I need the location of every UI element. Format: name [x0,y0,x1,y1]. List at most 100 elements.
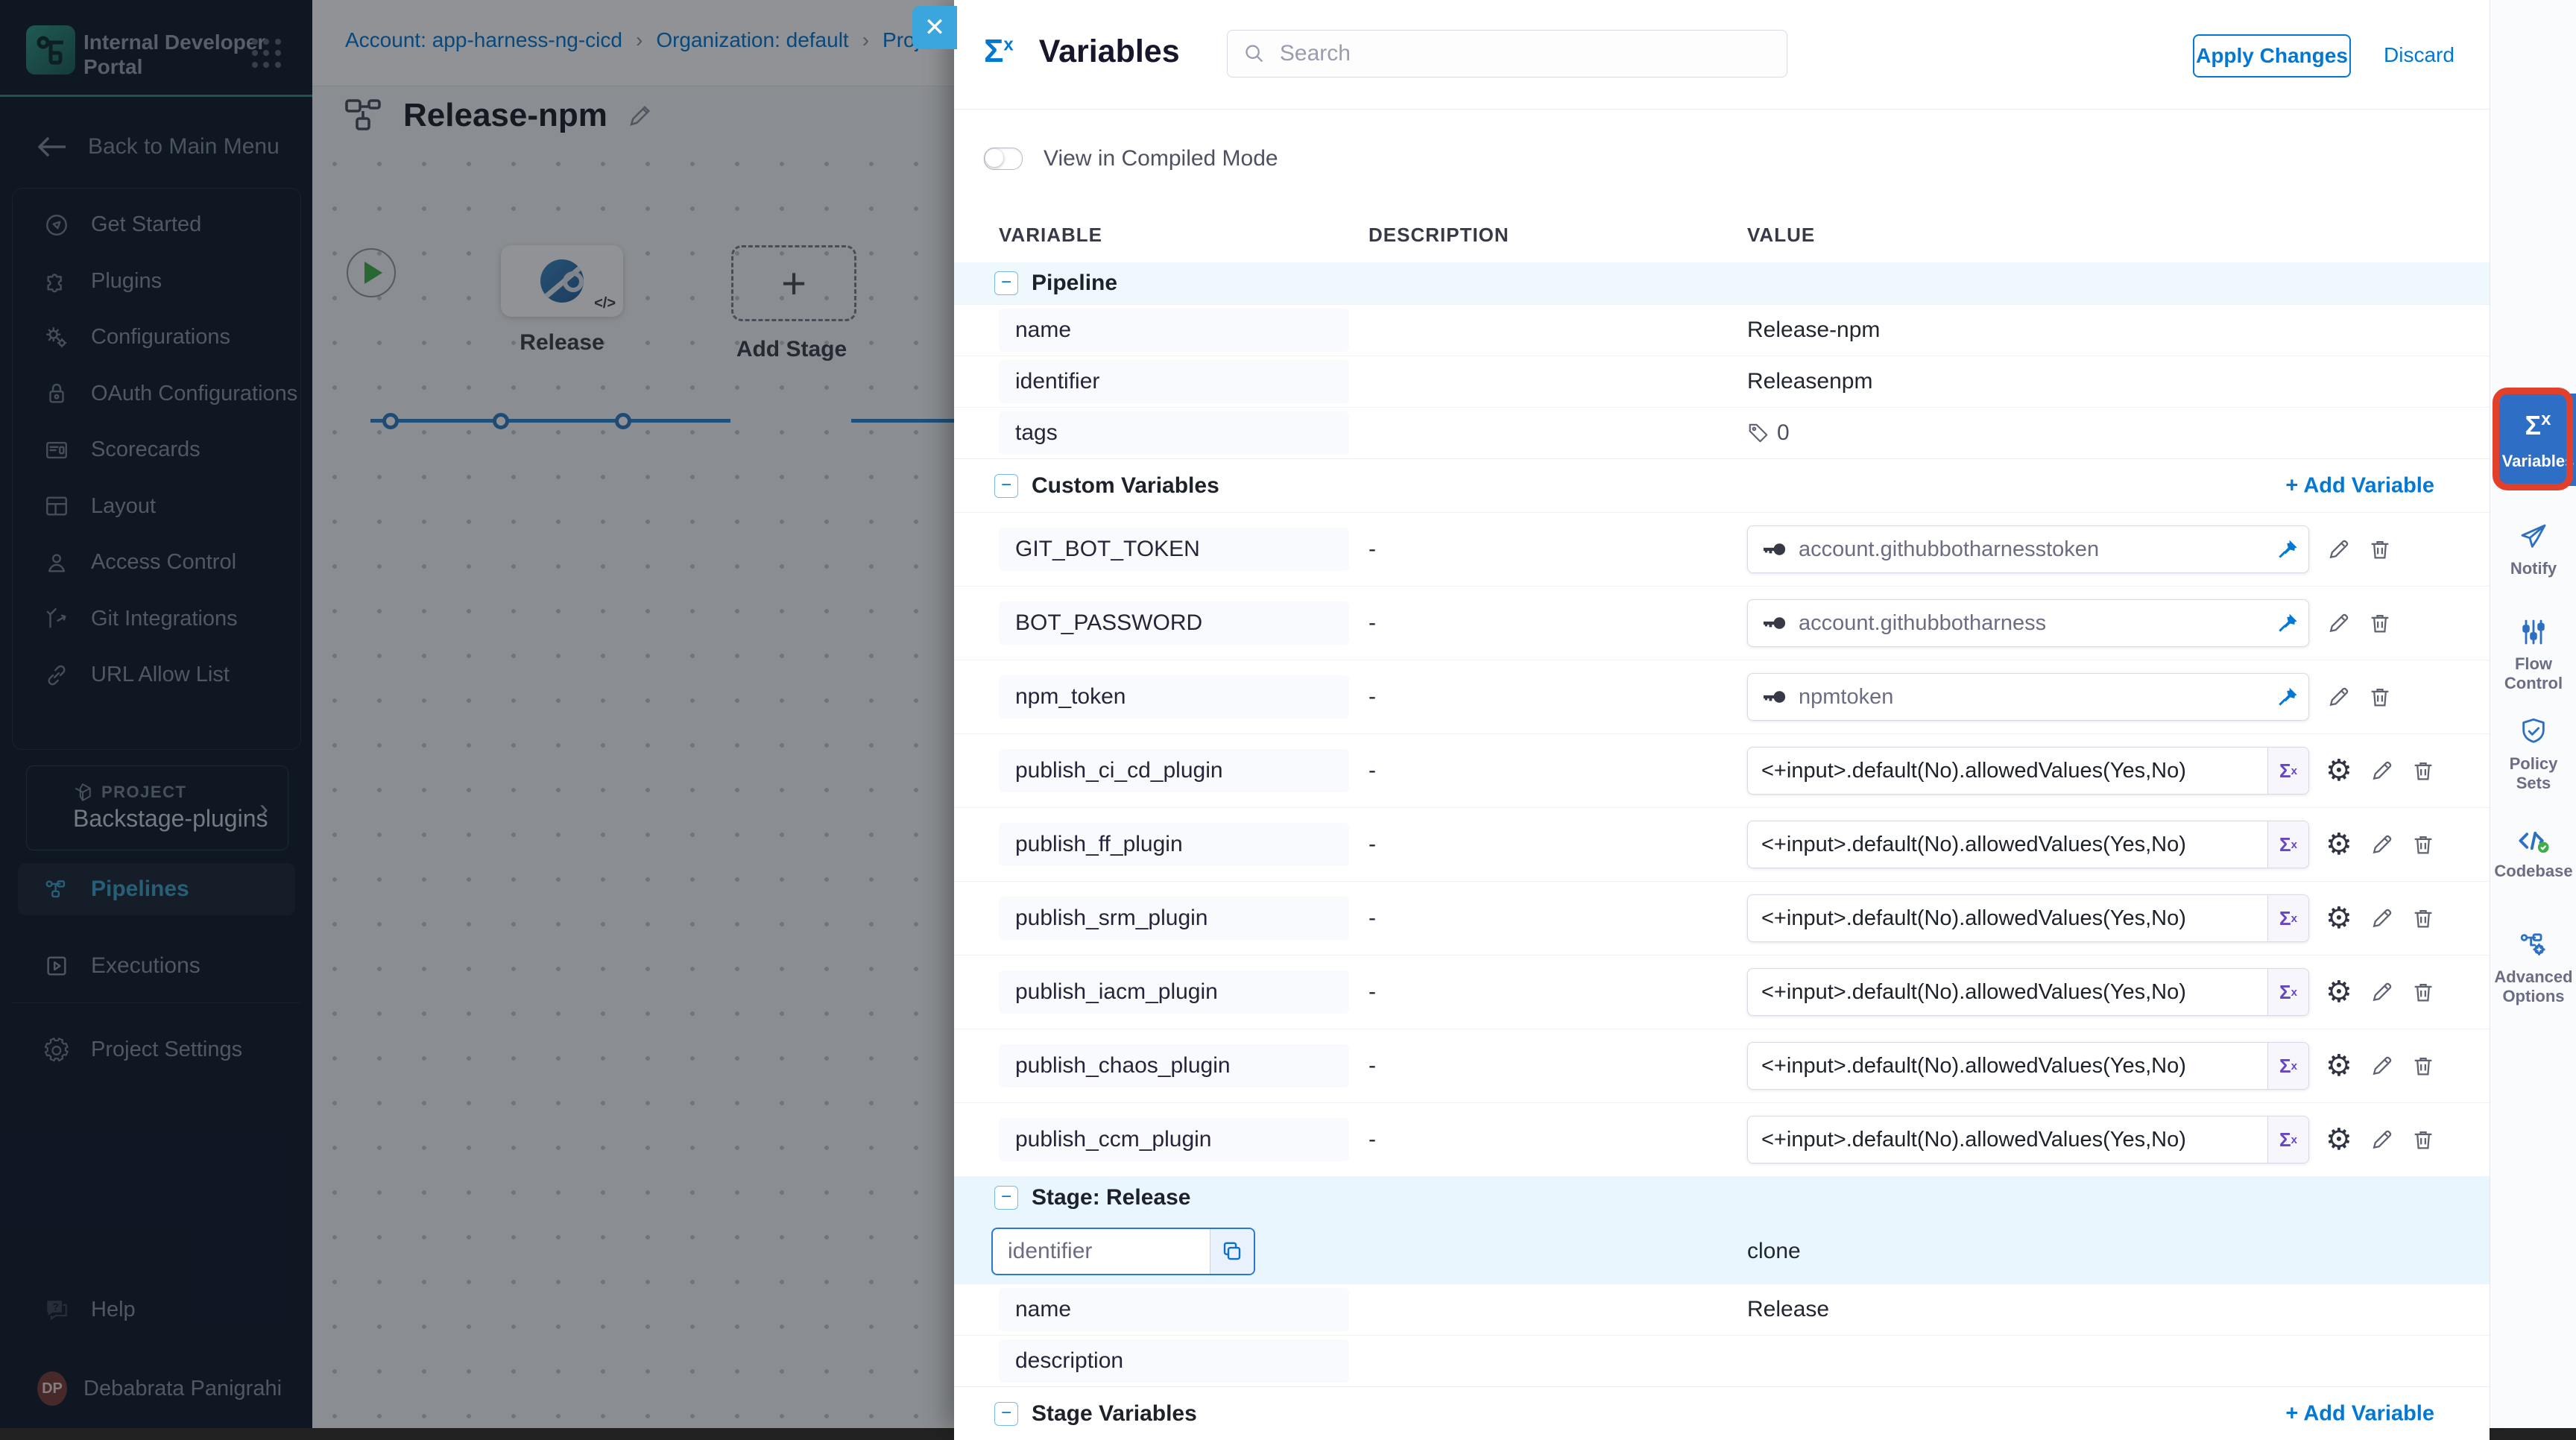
sigma-variables-icon: Σx [984,33,1014,70]
configure-variable-button[interactable]: ⚙ [2326,756,2352,786]
runtime-value-input[interactable]: <+input>.default(No).allowedValues(Yes,N… [1747,1116,2309,1163]
compiled-mode-row: View in Compiled Mode [984,146,1278,171]
delete-variable-button[interactable] [2367,537,2393,562]
rail-tab-policy-sets[interactable]: PolicySets [2490,717,2576,793]
row-description: description [954,1335,2490,1386]
copy-button[interactable] [1210,1229,1254,1274]
variable-name: publish_ci_cd_plugin [999,749,1349,792]
runtime-input-type-button[interactable]: Σx [2267,969,2308,1015]
tag-count: 0 [1777,420,1790,446]
runtime-input-type-button[interactable]: Σx [2267,821,2308,868]
variable-value: Release-npm [1747,318,1880,343]
row-identifier: identifier Releasenpm [954,356,2490,407]
search-box [1227,30,1787,78]
runtime-input-type-button[interactable]: Σx [2267,748,2308,794]
edit-variable-button[interactable] [2326,684,2351,710]
delete-variable-button[interactable] [2367,684,2393,710]
rail-tab-codebase[interactable]: Codebase [2490,827,2576,881]
secret-value-input[interactable]: account.githubbotharness [1747,599,2309,647]
delete-variable-button[interactable] [2411,979,2436,1005]
drawer-header: Σx Variables Apply Changes Discard [954,0,2490,110]
paper-plane-icon [2519,522,2548,552]
variable-description: - [1368,832,1376,857]
section-label: Stage: Release [1032,1185,1190,1210]
variable-name: publish_ff_plugin [999,823,1349,866]
delete-variable-button[interactable] [2411,832,2436,857]
search-input[interactable] [1278,40,1770,67]
edit-variable-button[interactable] [2369,758,2394,783]
delete-variable-button[interactable] [2411,1053,2436,1079]
configure-variable-button[interactable]: ⚙ [2326,903,2352,933]
rail-tab-advanced-options[interactable]: AdvancedOptions [2490,930,2576,1006]
rail-tab-label: AdvancedOptions [2494,967,2572,1006]
runtime-value-input[interactable]: <+input>.default(No).allowedValues(Yes,N… [1747,821,2309,868]
secret-value: account.githubbotharness [1799,611,2267,636]
variable-name: name [999,309,1349,352]
configure-variable-button[interactable]: ⚙ [2326,1125,2352,1155]
runtime-input-type-button[interactable]: Σx [2267,1117,2308,1163]
drawer-title: Variables [1039,34,1180,70]
delete-variable-button[interactable] [2411,906,2436,931]
delete-variable-button[interactable] [2411,1127,2436,1152]
shield-check-icon [2519,717,2548,747]
variable-name: GIT_BOT_TOKEN [999,528,1349,571]
edit-variable-button[interactable] [2326,610,2351,636]
collapse-section-button[interactable]: − [994,1186,1018,1210]
row-stage-identifier: identifier clone [954,1219,2490,1283]
row-publish_ff_plugin: publish_ff_plugin - <+input>.default(No)… [954,807,2490,881]
delete-variable-button[interactable] [2367,610,2393,636]
add-variable-button[interactable]: + Add Variable [2285,1401,2434,1426]
apply-changes-button[interactable]: Apply Changes [2193,34,2351,78]
edit-variable-button[interactable] [2369,832,2394,857]
sliders-icon [2519,617,2548,647]
runtime-value-input[interactable]: <+input>.default(No).allowedValues(Yes,N… [1747,894,2309,942]
edit-variable-button[interactable] [2369,906,2394,931]
runtime-input-type-button[interactable]: Σx [2267,895,2308,941]
collapse-section-button[interactable]: − [994,474,1018,498]
pin-icon[interactable] [2267,526,2308,572]
variables-table: −Pipelinename Release-npmidentifier Rele… [954,262,2490,1440]
variable-name: publish_chaos_plugin [999,1044,1349,1087]
runtime-value-input[interactable]: <+input>.default(No).allowedValues(Yes,N… [1747,968,2309,1016]
rail-tab-label: FlowControl [2504,654,2563,693]
configure-variable-button[interactable]: ⚙ [2326,1051,2352,1081]
runtime-value-input[interactable]: <+input>.default(No).allowedValues(Yes,N… [1747,747,2309,795]
configure-variable-button[interactable]: ⚙ [2326,830,2352,859]
rail-tab-variables[interactable]: Σx Variables [2499,394,2576,486]
discard-button[interactable]: Discard [2384,43,2455,67]
variable-description: - [1368,979,1376,1005]
column-variable: VARIABLE [999,224,1102,247]
section-label: Stage Variables [1032,1401,1197,1427]
variable-value: Releasenpm [1747,369,1872,394]
rail-tab-notify[interactable]: Notify [2490,522,2576,578]
close-drawer-button[interactable]: ✕ [912,6,957,49]
runtime-value: <+input>.default(No).allowedValues(Yes,N… [1748,833,2267,857]
delete-variable-button[interactable] [2411,758,2436,783]
row-npm_token: npm_token - npmtoken [954,660,2490,733]
section-header-stage-variables: −Stage Variables + Add Variable [954,1386,2490,1440]
code-check-icon [2517,827,2550,854]
pin-icon[interactable] [2267,600,2308,646]
edit-variable-button[interactable] [2369,1053,2394,1079]
collapse-section-button[interactable]: − [994,271,1018,295]
secret-value-input[interactable]: account.githubbotharnesstoken [1747,525,2309,573]
identifier-input[interactable]: identifier [991,1228,1255,1275]
key-icon [1761,536,1788,563]
add-variable-button[interactable]: + Add Variable [2285,473,2434,498]
runtime-value: <+input>.default(No).allowedValues(Yes,N… [1748,759,2267,783]
rail-tab-flow-control[interactable]: FlowControl [2490,617,2576,693]
collapse-section-button[interactable]: − [994,1402,1018,1426]
edit-variable-button[interactable] [2369,979,2394,1005]
secret-value-input[interactable]: npmtoken [1747,673,2309,721]
edit-variable-button[interactable] [2326,537,2351,562]
secret-value: account.githubbotharnesstoken [1799,537,2267,562]
edit-variable-button[interactable] [2369,1127,2394,1152]
pin-icon[interactable] [2267,674,2308,720]
compiled-mode-toggle[interactable] [984,148,1023,170]
section-header-stage-release: −Stage: Release [954,1176,2490,1219]
configure-variable-button[interactable]: ⚙ [2326,977,2352,1007]
runtime-value-input[interactable]: <+input>.default(No).allowedValues(Yes,N… [1747,1042,2309,1090]
runtime-input-type-button[interactable]: Σx [2267,1043,2308,1089]
variable-name: description [999,1339,1349,1383]
modal-dim-overlay[interactable] [0,0,954,1428]
